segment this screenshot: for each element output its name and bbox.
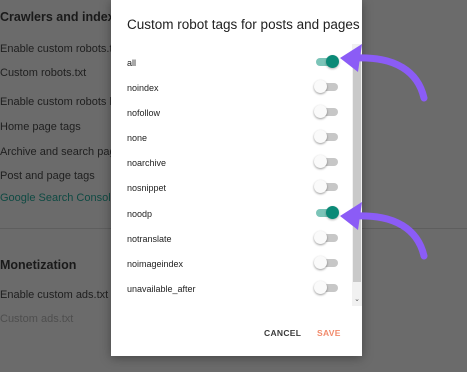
toggle-thumb [314,281,327,294]
setting-home-page-tags[interactable]: Home page tags [0,121,81,133]
option-row-noodp[interactable]: noodp [111,201,351,226]
toggle-notranslate[interactable] [314,231,338,245]
toggle-all[interactable] [314,55,339,69]
cancel-button[interactable]: CANCEL [264,328,301,338]
option-row-none[interactable]: none [111,125,351,150]
option-row-noarchive[interactable]: noarchive [111,150,351,175]
toggle-noodp[interactable] [314,206,339,220]
chevron-down-icon[interactable]: ⌄ [352,296,362,304]
option-row-noimageindex[interactable]: noimageindex [111,251,351,276]
section-heading-monetization: Monetization [0,258,77,272]
curved-arrow-icon [340,44,428,102]
setting-post-page-tags[interactable]: Post and page tags [0,170,95,182]
option-label: noarchive [127,157,167,168]
toggle-noindex[interactable] [314,80,338,94]
setting-enable-custom-robots[interactable]: Enable custom robots.txt [0,43,121,55]
option-label: all [127,57,137,68]
setting-enable-custom-ads[interactable]: Enable custom ads.txt [0,289,108,301]
option-row-notranslate[interactable]: notranslate [111,226,351,251]
toggle-nosnippet[interactable] [314,180,338,194]
option-label: nofollow [127,107,161,118]
option-label: notranslate [127,233,172,244]
option-row-all[interactable]: all [111,50,351,75]
option-row-unavailable-after[interactable]: unavailable_after [111,276,351,301]
toggle-thumb [314,130,327,143]
toggle-thumb [314,105,327,118]
toggle-thumb [314,155,327,168]
option-label: none [127,132,148,143]
setting-custom-robots-txt[interactable]: Custom robots.txt [0,67,86,79]
curved-arrow-icon [340,202,428,260]
toggle-thumb [314,180,327,193]
dialog-title: Custom robot tags for posts and pages [127,17,360,32]
setting-custom-ads-txt[interactable]: Custom ads.txt [0,313,73,325]
toggle-noimageindex[interactable] [314,256,338,270]
toggle-thumb [314,231,327,244]
toggle-unavailable-after[interactable] [314,281,338,295]
option-row-nosnippet[interactable]: nosnippet [111,175,351,200]
option-row-nofollow[interactable]: nofollow [111,100,351,125]
toggle-noarchive[interactable] [314,155,338,169]
option-label: noindex [127,82,159,93]
google-search-console-link[interactable]: Google Search Console [0,192,117,204]
save-button[interactable]: SAVE [317,328,341,338]
toggle-none[interactable] [314,130,338,144]
toggle-thumb [314,80,327,93]
robot-tags-list: all noindex nofollow none noarchive nosn… [111,44,362,306]
option-label: unavailable_after [127,283,196,294]
robot-tags-dialog: Custom robot tags for posts and pages al… [111,0,362,356]
toggle-thumb [314,256,327,269]
section-divider [0,228,120,229]
option-label: noimageindex [127,258,184,269]
toggle-nofollow[interactable] [314,105,338,119]
option-label: nosnippet [127,182,167,193]
option-row-noindex[interactable]: noindex [111,75,351,100]
option-label: noodp [127,208,153,219]
